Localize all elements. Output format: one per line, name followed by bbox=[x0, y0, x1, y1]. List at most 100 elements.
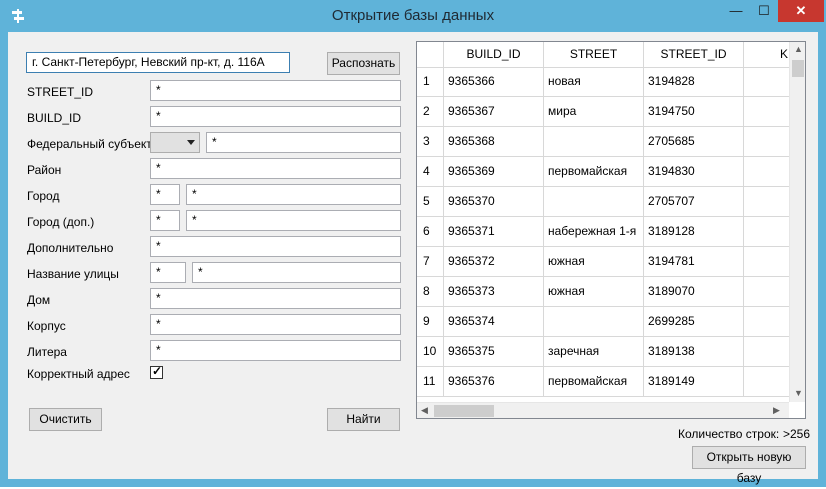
cell-build-id[interactable]: 9365376 bbox=[444, 367, 544, 396]
federal-subject-combo[interactable] bbox=[150, 132, 200, 153]
city-extra-input[interactable]: * bbox=[186, 210, 401, 231]
row-number[interactable]: 11 bbox=[417, 367, 444, 396]
table-row[interactable]: 11 9365376 первомайская 3189149 bbox=[417, 367, 789, 397]
table-row[interactable]: 5 9365370 2705707 bbox=[417, 187, 789, 217]
cell-street-id[interactable]: 2705707 bbox=[644, 187, 744, 216]
cell-street[interactable]: мира bbox=[544, 97, 644, 126]
letter-input[interactable]: * bbox=[150, 340, 401, 361]
cell-street[interactable]: южная bbox=[544, 277, 644, 306]
cell-street[interactable]: южная bbox=[544, 247, 644, 276]
cell-build-id[interactable]: 9365366 bbox=[444, 67, 544, 96]
correct-address-label: Корректный адрес bbox=[27, 367, 130, 381]
house-input[interactable]: * bbox=[150, 288, 401, 309]
cell-build-id[interactable]: 9365372 bbox=[444, 247, 544, 276]
table-corner[interactable] bbox=[417, 42, 444, 67]
correct-address-checkbox[interactable]: ✓ bbox=[150, 364, 163, 379]
federal-subject-input[interactable]: * bbox=[206, 132, 401, 153]
cell-build-id[interactable]: 9365370 bbox=[444, 187, 544, 216]
row-number[interactable]: 8 bbox=[417, 277, 444, 306]
street-id-label: STREET_ID bbox=[27, 85, 94, 99]
district-input[interactable]: * bbox=[150, 158, 401, 179]
scroll-up-arrow-icon[interactable]: ▲ bbox=[794, 44, 803, 54]
vertical-scrollbar[interactable]: ▲ ▼ bbox=[789, 42, 805, 402]
address-input[interactable]: г. Санкт-Петербург, Невский пр-кт, д. 11… bbox=[26, 52, 290, 73]
results-table[interactable]: BUILD_ID STREET STREET_ID K 1 9365366 нова… bbox=[416, 41, 806, 419]
cell-build-id[interactable]: 9365375 bbox=[444, 337, 544, 366]
cell-build-id[interactable]: 9365367 bbox=[444, 97, 544, 126]
cell-street-id[interactable]: 3194750 bbox=[644, 97, 744, 126]
row-number[interactable]: 2 bbox=[417, 97, 444, 126]
window-title: Открытие базы данных bbox=[331, 7, 495, 24]
row-number[interactable]: 5 bbox=[417, 187, 444, 216]
table-row[interactable]: 1 9365366 новая 3194828 bbox=[417, 67, 789, 97]
row-number[interactable]: 6 bbox=[417, 217, 444, 246]
cell-street-id[interactable]: 3194781 bbox=[644, 247, 744, 276]
cell-street-id[interactable]: 3189149 bbox=[644, 367, 744, 396]
build-id-input[interactable]: * bbox=[150, 106, 401, 127]
cell-street[interactable]: первомайская bbox=[544, 367, 644, 396]
district-label: Район bbox=[27, 163, 62, 177]
table-row[interactable]: 4 9365369 первомайская 3194830 bbox=[417, 157, 789, 187]
city-input[interactable]: * bbox=[186, 184, 401, 205]
clear-button[interactable]: Очистить bbox=[29, 408, 102, 431]
horizontal-scroll-thumb[interactable] bbox=[434, 405, 494, 417]
column-header-street-id[interactable]: STREET_ID bbox=[644, 42, 744, 67]
cell-build-id[interactable]: 9365369 bbox=[444, 157, 544, 186]
cell-street-id[interactable]: 2705685 bbox=[644, 127, 744, 156]
cell-street-id[interactable]: 3189138 bbox=[644, 337, 744, 366]
recognize-button[interactable]: Распознать bbox=[327, 52, 400, 75]
scroll-down-arrow-icon[interactable]: ▼ bbox=[794, 388, 803, 398]
cell-street[interactable] bbox=[544, 307, 644, 336]
cell-street[interactable] bbox=[544, 187, 644, 216]
row-number[interactable]: 9 bbox=[417, 307, 444, 336]
city-extra-label: Город (доп.) bbox=[27, 215, 95, 229]
close-button[interactable]: ✕ bbox=[778, 0, 824, 22]
title-bar[interactable]: Открытие базы данных — ☐ ✕ bbox=[0, 0, 826, 32]
open-new-db-button[interactable]: Открыть новую базу bbox=[692, 446, 806, 485]
scroll-right-arrow-icon[interactable]: ▶ bbox=[773, 405, 780, 416]
table-row[interactable]: 7 9365372 южная 3194781 bbox=[417, 247, 789, 277]
cell-build-id[interactable]: 9365371 bbox=[444, 217, 544, 246]
city-prefix-input[interactable]: * bbox=[150, 184, 180, 205]
vertical-scroll-thumb[interactable] bbox=[792, 60, 804, 77]
row-number[interactable]: 4 bbox=[417, 157, 444, 186]
street-name-input[interactable]: * bbox=[192, 262, 401, 283]
federal-subject-label: Федеральный субъект bbox=[27, 137, 152, 151]
maximize-button[interactable]: ☐ bbox=[750, 0, 778, 22]
street-id-input[interactable]: * bbox=[150, 80, 401, 101]
table-row[interactable]: 6 9365371 набережная 1-я 3189128 bbox=[417, 217, 789, 247]
cell-street-id[interactable]: 3189128 bbox=[644, 217, 744, 246]
table-row[interactable]: 8 9365373 южная 3189070 bbox=[417, 277, 789, 307]
cell-street[interactable]: первомайская bbox=[544, 157, 644, 186]
cell-build-id[interactable]: 9365374 bbox=[444, 307, 544, 336]
cell-build-id[interactable]: 9365373 bbox=[444, 277, 544, 306]
additional-input[interactable]: * bbox=[150, 236, 401, 257]
cell-street-id[interactable]: 3189070 bbox=[644, 277, 744, 306]
horizontal-scrollbar[interactable]: ◀ ▶ bbox=[417, 402, 789, 418]
cell-street-id[interactable]: 3194830 bbox=[644, 157, 744, 186]
cell-street-id[interactable]: 2699285 bbox=[644, 307, 744, 336]
column-header-street[interactable]: STREET bbox=[544, 42, 644, 67]
cell-street-id[interactable]: 3194828 bbox=[644, 67, 744, 96]
cell-street[interactable]: набережная 1-я bbox=[544, 217, 644, 246]
building-input[interactable]: * bbox=[150, 314, 401, 335]
app-window: Открытие базы данных — ☐ ✕ г. Санкт-Пете… bbox=[0, 0, 826, 487]
cell-street[interactable]: заречная bbox=[544, 337, 644, 366]
row-number[interactable]: 1 bbox=[417, 67, 444, 96]
street-name-prefix-input[interactable]: * bbox=[150, 262, 186, 283]
table-row[interactable]: 9 9365374 2699285 bbox=[417, 307, 789, 337]
city-extra-prefix-input[interactable]: * bbox=[150, 210, 180, 231]
row-number[interactable]: 10 bbox=[417, 337, 444, 366]
cell-street[interactable] bbox=[544, 127, 644, 156]
minimize-button[interactable]: — bbox=[722, 0, 750, 22]
table-row[interactable]: 3 9365368 2705685 bbox=[417, 127, 789, 157]
table-row[interactable]: 10 9365375 заречная 3189138 bbox=[417, 337, 789, 367]
scroll-left-arrow-icon[interactable]: ◀ bbox=[421, 405, 428, 416]
table-row[interactable]: 2 9365367 мира 3194750 bbox=[417, 97, 789, 127]
cell-street[interactable]: новая bbox=[544, 67, 644, 96]
cell-build-id[interactable]: 9365368 bbox=[444, 127, 544, 156]
find-button[interactable]: Найти bbox=[327, 408, 400, 431]
row-number[interactable]: 3 bbox=[417, 127, 444, 156]
column-header-build-id[interactable]: BUILD_ID bbox=[444, 42, 544, 67]
row-number[interactable]: 7 bbox=[417, 247, 444, 276]
